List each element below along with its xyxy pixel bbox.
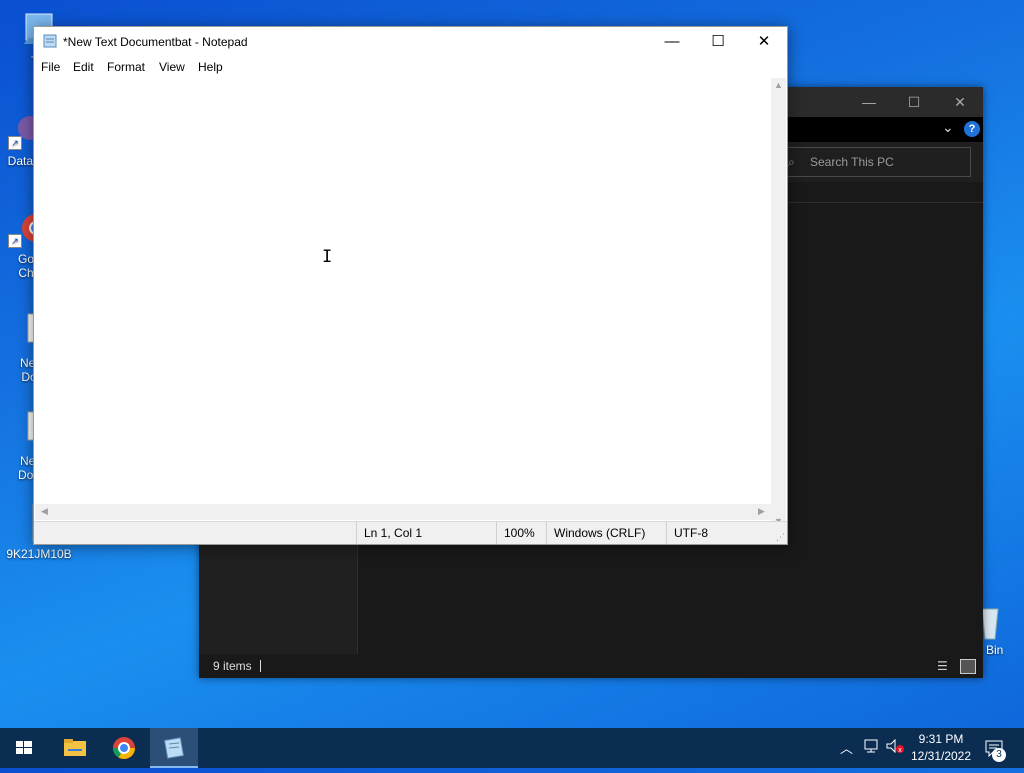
- status-separator: [260, 660, 261, 672]
- i-beam-cursor-icon: I: [322, 247, 333, 267]
- taskbar-file-explorer[interactable]: [50, 728, 98, 768]
- details-view-icon[interactable]: ☰: [937, 659, 951, 673]
- cursor-position: Ln 1, Col 1: [356, 522, 494, 544]
- recycle-bin-icon: [980, 605, 1000, 641]
- scroll-up-arrow-icon[interactable]: ▲: [771, 78, 786, 93]
- search-input[interactable]: ⌕ Search This PC: [779, 147, 971, 177]
- clock-date[interactable]: 12/31/2022: [909, 749, 973, 763]
- taskbar: ︿ x 9:31 PM 12/31/2022 3: [0, 728, 1024, 768]
- menu-format[interactable]: Format: [107, 60, 145, 74]
- item-count: 9 items: [213, 659, 252, 673]
- scroll-right-arrow-icon[interactable]: ▶: [754, 504, 769, 519]
- explorer-statusbar: 9 items ☰: [199, 654, 983, 678]
- windows-logo-icon: [16, 741, 32, 754]
- horizontal-scrollbar[interactable]: ◀ ▶: [35, 504, 771, 520]
- svg-text:x: x: [898, 747, 902, 753]
- vertical-scrollbar[interactable]: ▲ ▼: [771, 78, 786, 530]
- notepad-icon: [163, 737, 185, 759]
- scroll-left-arrow-icon[interactable]: ◀: [37, 504, 52, 519]
- chevron-down-icon[interactable]: ⌄: [942, 119, 954, 136]
- menu-view[interactable]: View: [159, 60, 185, 74]
- menu-file[interactable]: File: [41, 60, 60, 74]
- taskbar-chrome[interactable]: [100, 728, 148, 768]
- minimize-button[interactable]: —: [649, 27, 695, 57]
- close-button[interactable]: ✕: [741, 27, 787, 57]
- shortcut-arrow-icon: ↗: [8, 136, 22, 150]
- window-title: *New Text Documentbat - Notepad: [63, 35, 248, 49]
- desktop-icon-recycle-bin[interactable]: e Bin: [976, 605, 1024, 657]
- large-icons-view-icon[interactable]: [960, 659, 976, 674]
- menu-bar: File Edit Format View Help: [34, 57, 787, 77]
- notepad-icon: [43, 34, 57, 48]
- desktop-icon-label: 9K21JM10B: [6, 547, 72, 561]
- notepad-statusbar: Ln 1, Col 1 100% Windows (CRLF) UTF-8 ⋰: [34, 521, 787, 544]
- zoom-level: 100%: [496, 522, 546, 544]
- text-editor-area[interactable]: I: [35, 78, 771, 530]
- taskbar-notepad[interactable]: [150, 728, 198, 768]
- menu-help[interactable]: Help: [198, 60, 223, 74]
- maximize-button[interactable]: ☐: [891, 87, 937, 117]
- encoding: UTF-8: [666, 522, 764, 544]
- line-ending: Windows (CRLF): [546, 522, 664, 544]
- notification-badge: 3: [992, 748, 1006, 762]
- maximize-button[interactable]: ☐: [695, 27, 741, 57]
- chrome-icon: [113, 737, 135, 759]
- desktop-icon-label: e Bin: [976, 643, 1004, 657]
- notepad-titlebar[interactable]: *New Text Documentbat - Notepad — ☐ ✕: [34, 27, 787, 57]
- clock-time[interactable]: 9:31 PM: [917, 732, 965, 746]
- resize-grip-icon[interactable]: ⋰: [776, 532, 785, 543]
- network-icon[interactable]: [863, 739, 879, 753]
- folder-icon: [64, 739, 86, 756]
- explorer-divider: [779, 202, 983, 203]
- minimize-button[interactable]: —: [846, 87, 892, 117]
- search-placeholder: Search This PC: [810, 155, 894, 169]
- notepad-window[interactable]: *New Text Documentbat - Notepad — ☐ ✕ Fi…: [33, 26, 788, 545]
- shortcut-arrow-icon: ↗: [8, 234, 22, 248]
- start-button[interactable]: [0, 728, 48, 768]
- help-icon[interactable]: ?: [964, 121, 980, 137]
- system-tray: ︿ x 9:31 PM 12/31/2022 3: [832, 728, 1024, 768]
- search-icon: ⌕: [788, 155, 795, 169]
- chevron-up-icon[interactable]: ︿: [840, 738, 853, 757]
- close-button[interactable]: ✕: [937, 87, 983, 117]
- volume-muted-icon[interactable]: x: [886, 738, 904, 754]
- menu-edit[interactable]: Edit: [73, 60, 94, 74]
